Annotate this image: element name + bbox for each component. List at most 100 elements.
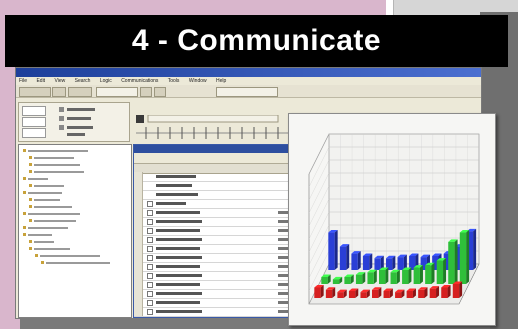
chart-bar <box>348 290 356 298</box>
tree-node[interactable] <box>35 254 100 258</box>
expand-icon[interactable] <box>147 237 153 243</box>
expand-icon[interactable] <box>147 264 153 270</box>
expand-icon[interactable] <box>147 273 153 279</box>
row-header <box>134 208 143 217</box>
menu-item[interactable]: Help <box>216 78 226 84</box>
tree-node[interactable] <box>29 170 84 174</box>
expand-icon[interactable] <box>147 219 153 225</box>
tree-node[interactable] <box>23 177 48 181</box>
tree-node[interactable] <box>23 212 80 216</box>
expand-icon[interactable] <box>147 228 153 234</box>
tree-node[interactable] <box>29 156 74 160</box>
tag-value <box>278 211 288 214</box>
tree-node[interactable] <box>23 149 88 153</box>
tag-value <box>278 292 288 295</box>
chart-bar <box>379 269 386 284</box>
tree-node[interactable] <box>29 247 70 251</box>
menu-bar: File Edit View Search Logic Communicatio… <box>16 77 481 85</box>
tag-value <box>278 229 288 232</box>
chart-bar <box>344 276 351 284</box>
chart-bar <box>372 289 379 298</box>
tag-name <box>156 184 192 187</box>
tree-node[interactable] <box>29 205 72 209</box>
chart-bar-side <box>357 251 361 270</box>
tree-node[interactable] <box>23 191 62 195</box>
menu-item[interactable]: Logic <box>100 78 112 84</box>
toolbar-button[interactable] <box>154 87 166 97</box>
toolbar-button[interactable] <box>140 87 152 97</box>
tree-node[interactable] <box>23 233 52 237</box>
chart-bar <box>402 269 409 284</box>
expand-icon[interactable] <box>147 255 153 261</box>
chart-bar <box>418 289 425 298</box>
tag-value <box>278 301 288 304</box>
tag-editor-titlebar[interactable] <box>134 145 294 153</box>
menu-item[interactable]: Tools <box>168 78 180 84</box>
toolbar-dropdown[interactable] <box>96 87 138 97</box>
tree-node[interactable] <box>29 240 54 244</box>
chart-bar <box>374 258 381 270</box>
chart-bar <box>362 255 370 270</box>
toolbar-path-field[interactable] <box>216 87 278 97</box>
chart-bar-side <box>454 239 458 284</box>
controller-status-panel <box>18 102 130 142</box>
section-banner: 4 - Communicate <box>5 15 508 67</box>
row-header <box>134 172 143 181</box>
chart-gridline-side <box>308 185 330 227</box>
tree-node[interactable] <box>29 198 60 202</box>
menu-item[interactable]: File <box>19 78 27 84</box>
row-header <box>134 280 143 289</box>
chart-bar <box>355 274 363 284</box>
menu-item[interactable]: Communications <box>121 78 158 84</box>
toolbar-button[interactable] <box>68 87 92 97</box>
tag-value <box>278 247 288 250</box>
menu-item[interactable]: Edit <box>36 78 45 84</box>
toolbar-button[interactable] <box>19 87 51 97</box>
expand-icon[interactable] <box>147 309 153 315</box>
chart-bar-side <box>369 253 373 270</box>
expand-icon[interactable] <box>147 210 153 216</box>
chart-bar-side <box>431 262 435 284</box>
tag-name <box>156 238 202 241</box>
tag-value <box>278 238 288 241</box>
expand-icon[interactable] <box>147 282 153 288</box>
menu-item[interactable]: Window <box>189 78 207 84</box>
tree-node[interactable] <box>29 219 76 223</box>
chart-bar-side <box>396 269 400 284</box>
row-header <box>134 244 143 253</box>
status-led-icon <box>59 107 64 112</box>
chart-gridline-side <box>308 224 330 266</box>
status-text-line <box>67 126 93 129</box>
tag-row[interactable] <box>134 307 294 317</box>
chart-bar <box>397 257 404 270</box>
row-header <box>134 235 143 244</box>
toolbar-button[interactable] <box>52 87 66 97</box>
tag-name <box>156 310 202 313</box>
tree-node[interactable] <box>29 163 80 167</box>
tag-name <box>156 193 198 196</box>
chart-bar-side <box>466 230 470 284</box>
status-field <box>22 128 46 138</box>
chart-bar <box>406 290 413 298</box>
menu-item[interactable]: Search <box>75 78 91 84</box>
expand-icon[interactable] <box>147 246 153 252</box>
row-header <box>134 271 143 280</box>
menu-item[interactable]: View <box>54 78 65 84</box>
chart-bar <box>425 265 432 284</box>
status-led-icon <box>59 125 64 130</box>
tree-node[interactable] <box>23 226 68 230</box>
banner-title: 4 - Communicate <box>131 24 382 57</box>
row-header <box>134 199 143 208</box>
chart-bar <box>328 232 335 270</box>
chart-bar-side <box>459 281 463 298</box>
tree-node[interactable] <box>29 184 64 188</box>
chart-bar <box>390 272 397 284</box>
chart-bar <box>351 253 358 270</box>
window-titlebar[interactable] <box>16 68 481 77</box>
tree-node[interactable] <box>41 261 110 265</box>
expand-icon[interactable] <box>147 201 153 207</box>
expand-icon[interactable] <box>147 291 153 297</box>
expand-icon[interactable] <box>147 300 153 306</box>
chart-gridline-side <box>308 146 330 188</box>
main-toolbar <box>16 85 481 98</box>
